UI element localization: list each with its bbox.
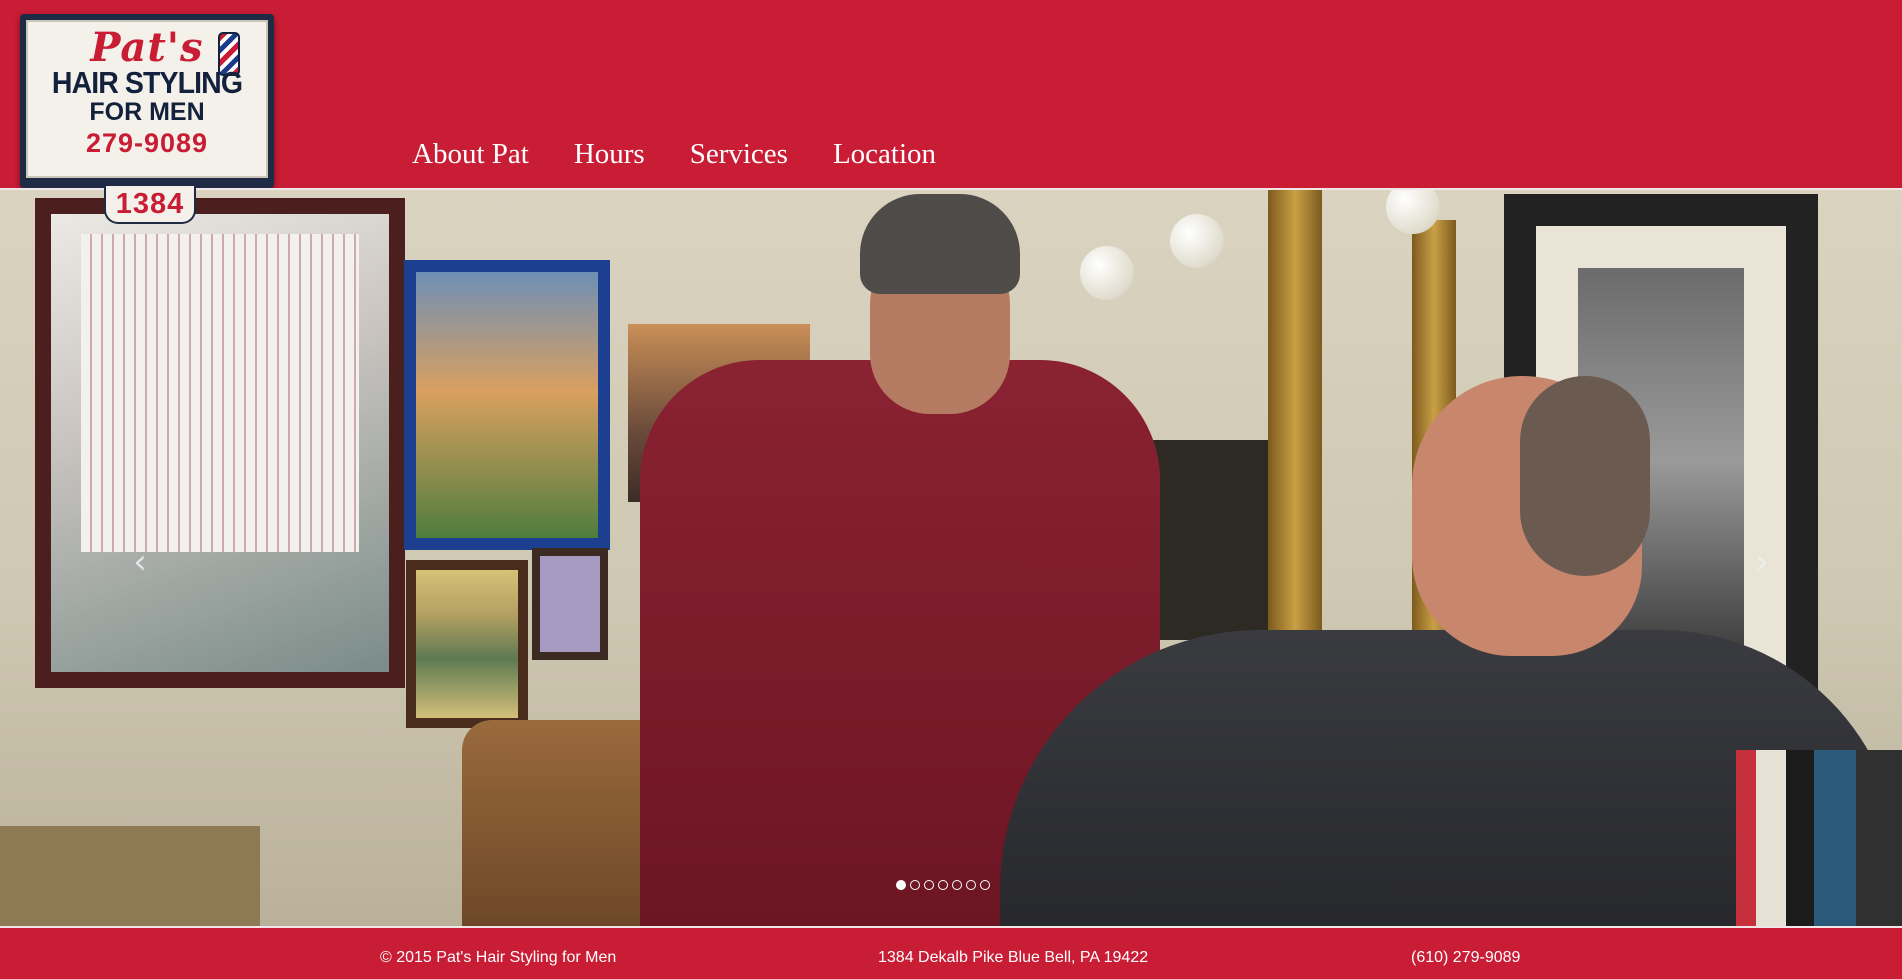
wall-lamp (1080, 246, 1134, 300)
main-nav: About Pat Hours Services Location (412, 138, 936, 171)
carousel-next-button[interactable]: › (1742, 532, 1782, 592)
logo-panel: Pat's HAIR STYLING FOR MEN 279-9089 (26, 20, 268, 178)
carousel-dot-6[interactable] (966, 880, 976, 890)
logo-line-for-men: FOR MEN (89, 98, 205, 126)
barbershop-photo (0, 190, 1902, 926)
wall-lamp (1170, 214, 1224, 268)
customer-hair (1520, 376, 1650, 576)
footer-address: 1384 Dekalb Pike Blue Bell, PA 19422 (878, 949, 1149, 966)
wall-shelf (0, 826, 260, 926)
small-team-photo (532, 548, 608, 660)
carousel-dot-3[interactable] (924, 880, 934, 890)
nav-location[interactable]: Location (833, 138, 936, 171)
product-bottles (1736, 750, 1902, 926)
framed-baseball-photo (404, 260, 610, 550)
chevron-left-icon: ‹ (133, 542, 147, 582)
nav-services[interactable]: Services (690, 138, 788, 171)
logo-phone: 279-9089 (85, 128, 209, 158)
footer-phone[interactable]: (610) 279-9089 (1411, 949, 1520, 967)
address-number: 1384 (115, 187, 185, 220)
nav-about-pat[interactable]: About Pat (412, 138, 529, 171)
site-footer: © 2015 Pat's Hair Styling for Men 1384 D… (0, 926, 1902, 979)
barber-hair (860, 194, 1020, 294)
team-plaque (406, 560, 528, 728)
hero-carousel: ‹ › (0, 190, 1902, 926)
footer-copyright: © 2015 Pat's Hair Styling for Men (380, 949, 617, 966)
logo-sign[interactable]: Pat's HAIR STYLING FOR MEN 279-9089 (20, 14, 274, 188)
carousel-dot-1[interactable] (896, 880, 906, 890)
chevron-right-icon: › (1755, 542, 1769, 582)
framed-jersey (35, 198, 405, 688)
nav-hours[interactable]: Hours (574, 138, 645, 171)
carousel-prev-button[interactable]: ‹ (120, 532, 160, 592)
carousel-indicators (896, 880, 990, 890)
carousel-dot-2[interactable] (910, 880, 920, 890)
carousel-dot-7[interactable] (980, 880, 990, 890)
site-header: Pat's HAIR STYLING FOR MEN 279-9089 1384… (0, 0, 1902, 224)
address-number-plate: 1384 (104, 186, 196, 224)
carousel-dot-5[interactable] (952, 880, 962, 890)
logo-line-hair-styling: HAIR STYLING (51, 65, 243, 100)
carousel-dot-4[interactable] (938, 880, 948, 890)
